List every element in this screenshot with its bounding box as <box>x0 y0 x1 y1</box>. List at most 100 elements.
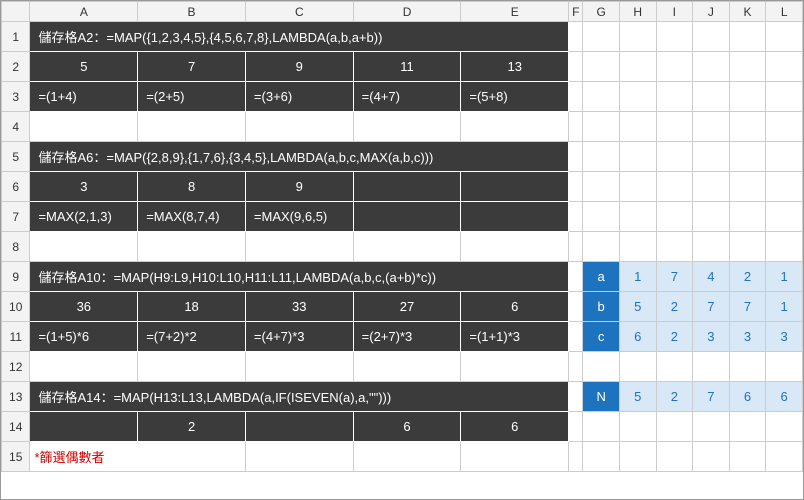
cell[interactable] <box>656 52 693 82</box>
cell[interactable] <box>461 172 569 202</box>
cell[interactable] <box>619 412 656 442</box>
cell[interactable]: 11 <box>353 52 461 82</box>
row-header[interactable]: 9 <box>2 262 30 292</box>
cell[interactable] <box>30 412 138 442</box>
cell[interactable] <box>461 112 569 142</box>
cell[interactable] <box>583 412 620 442</box>
cell[interactable]: =(4+7) <box>353 82 461 112</box>
row-header[interactable]: 14 <box>2 412 30 442</box>
cell[interactable]: =(1+1)*3 <box>461 322 569 352</box>
cell[interactable]: 6 <box>461 412 569 442</box>
cell[interactable]: =(1+4) <box>30 82 138 112</box>
col-header[interactable]: F <box>569 2 583 22</box>
cell[interactable]: 6 <box>461 292 569 322</box>
cell[interactable] <box>30 112 138 142</box>
cell[interactable]: 7 <box>693 382 730 412</box>
row-header[interactable]: 6 <box>2 172 30 202</box>
corner-cell[interactable] <box>2 2 30 22</box>
cell[interactable]: =MAX(9,6,5) <box>245 202 353 232</box>
cell[interactable]: 1 <box>766 262 803 292</box>
cell[interactable]: 6 <box>766 382 803 412</box>
cell[interactable]: 7 <box>656 262 693 292</box>
cell[interactable]: 33 <box>245 292 353 322</box>
cell[interactable] <box>583 202 620 232</box>
row-header[interactable]: 3 <box>2 82 30 112</box>
cell[interactable] <box>569 442 583 472</box>
formula-title[interactable]: 儲存格A6：=MAP({2,8,9},{1,7,6},{3,4,5},LAMBD… <box>30 142 569 172</box>
cell[interactable]: 8 <box>138 172 246 202</box>
cell[interactable]: 2 <box>729 262 766 292</box>
cell[interactable] <box>693 352 730 382</box>
row-header[interactable]: 12 <box>2 352 30 382</box>
cell[interactable] <box>656 172 693 202</box>
cell[interactable]: 6 <box>619 322 656 352</box>
cell[interactable] <box>619 52 656 82</box>
cell[interactable] <box>766 202 803 232</box>
cell[interactable] <box>569 412 583 442</box>
formula-title[interactable]: 儲存格A2：=MAP({1,2,3,4,5},{4,5,6,7,8},LAMBD… <box>30 22 569 52</box>
cell[interactable]: 4 <box>693 262 730 292</box>
cell[interactable] <box>729 82 766 112</box>
cell[interactable] <box>729 232 766 262</box>
cell[interactable] <box>245 232 353 262</box>
col-header[interactable]: A <box>30 2 138 22</box>
cell[interactable] <box>138 112 246 142</box>
cell[interactable] <box>766 82 803 112</box>
cell[interactable] <box>766 112 803 142</box>
cell[interactable] <box>729 172 766 202</box>
cell[interactable] <box>583 112 620 142</box>
cell[interactable]: =(3+6) <box>245 82 353 112</box>
row-header[interactable]: 2 <box>2 52 30 82</box>
cell[interactable] <box>353 442 461 472</box>
cell[interactable] <box>583 52 620 82</box>
cell[interactable] <box>353 172 461 202</box>
row-header[interactable]: 10 <box>2 292 30 322</box>
cell[interactable] <box>693 52 730 82</box>
cell[interactable]: =(5+8) <box>461 82 569 112</box>
col-header[interactable]: E <box>461 2 569 22</box>
cell[interactable] <box>766 172 803 202</box>
cell[interactable]: 9 <box>245 52 353 82</box>
cell[interactable] <box>766 232 803 262</box>
cell[interactable]: 5 <box>619 292 656 322</box>
cell[interactable] <box>693 112 730 142</box>
cell[interactable] <box>583 142 620 172</box>
cell[interactable] <box>245 442 353 472</box>
cell[interactable] <box>569 172 583 202</box>
cell[interactable] <box>619 22 656 52</box>
cell[interactable] <box>729 412 766 442</box>
cell[interactable] <box>693 202 730 232</box>
cell[interactable]: 7 <box>138 52 246 82</box>
grid[interactable]: A B C D E F G H I J K L 1 儲存格A2：=MAP({1,… <box>1 1 803 472</box>
cell[interactable] <box>353 112 461 142</box>
row-header[interactable]: 15 <box>2 442 30 472</box>
cell[interactable] <box>656 202 693 232</box>
cell[interactable] <box>619 232 656 262</box>
cell[interactable]: 13 <box>461 52 569 82</box>
cell[interactable] <box>656 112 693 142</box>
cell[interactable]: =(2+7)*3 <box>353 322 461 352</box>
col-header[interactable]: C <box>245 2 353 22</box>
cell[interactable] <box>766 52 803 82</box>
cell[interactable]: 1 <box>619 262 656 292</box>
cell[interactable]: 2 <box>138 412 246 442</box>
cell[interactable] <box>569 262 583 292</box>
cell[interactable]: 6 <box>729 382 766 412</box>
cell[interactable] <box>245 412 353 442</box>
cell[interactable] <box>569 292 583 322</box>
cell[interactable] <box>583 352 620 382</box>
cell[interactable] <box>766 22 803 52</box>
cell[interactable]: 7 <box>693 292 730 322</box>
note-text[interactable]: *篩選偶數者 <box>30 442 245 472</box>
cell[interactable] <box>353 352 461 382</box>
cell[interactable] <box>656 142 693 172</box>
cell[interactable]: a <box>583 262 620 292</box>
cell[interactable] <box>619 172 656 202</box>
col-header[interactable]: G <box>583 2 620 22</box>
cell[interactable]: 3 <box>693 322 730 352</box>
row-header[interactable]: 4 <box>2 112 30 142</box>
cell[interactable] <box>461 352 569 382</box>
col-header[interactable]: H <box>619 2 656 22</box>
col-header[interactable]: B <box>138 2 246 22</box>
cell[interactable] <box>693 172 730 202</box>
